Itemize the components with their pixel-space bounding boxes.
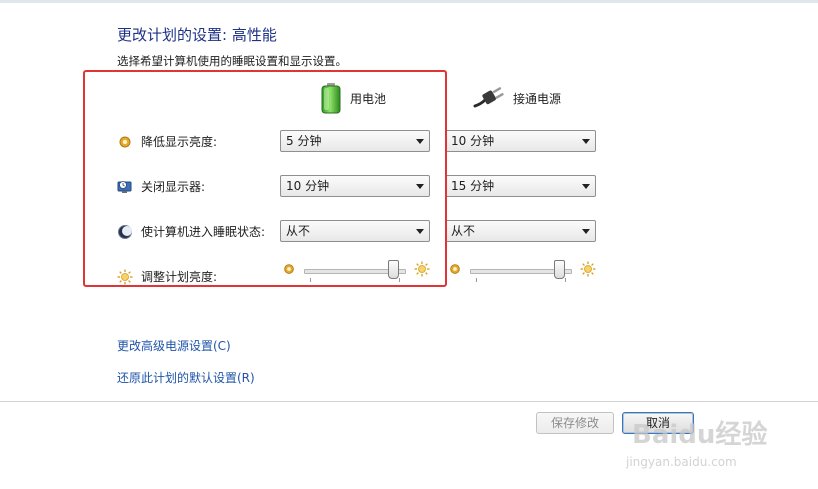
slider-tick: [399, 278, 400, 282]
column-header-battery: 用电池: [320, 82, 386, 114]
chevron-down-icon: [582, 229, 590, 234]
dim-display-plugged-select[interactable]: 10 分钟: [445, 130, 596, 152]
footer-separator: [0, 401, 818, 402]
brightness-battery-slider[interactable]: [304, 260, 406, 286]
slider-thumb[interactable]: [554, 260, 565, 279]
restore-defaults-link[interactable]: 还原此计划的默认设置(R): [117, 369, 255, 386]
page-title: 更改计划的设置: 高性能: [117, 26, 277, 44]
sleep-moon-icon: [118, 224, 132, 239]
chevron-down-icon: [416, 184, 424, 189]
slider-tick: [310, 278, 311, 282]
window-top-edge: [0, 0, 818, 3]
power-plug-icon: [473, 87, 504, 108]
chevron-down-icon: [416, 139, 424, 144]
slider-thumb[interactable]: [388, 260, 399, 279]
slider-tick: [565, 278, 566, 282]
chevron-down-icon: [582, 184, 590, 189]
setting-label-dim-display: 降低显示亮度:: [117, 133, 217, 150]
turn-off-display-plugged-select[interactable]: 15 分钟: [445, 175, 596, 197]
monitor-clock-icon: [117, 180, 132, 193]
setting-label-turn-off-display: 关闭显示器:: [117, 178, 205, 195]
column-label-plugged: 接通电源: [513, 91, 562, 106]
page-subtitle: 选择希望计算机使用的睡眠设置和显示设置。: [117, 54, 347, 68]
brightness-low-icon: [284, 264, 294, 274]
brightness-low-icon: [450, 264, 460, 274]
brightness-plugged-slider[interactable]: [470, 260, 572, 286]
brightness-high-icon: [580, 261, 596, 277]
sun-icon: [117, 269, 133, 284]
dim-brightness-icon: [119, 136, 131, 147]
column-label-battery: 用电池: [350, 91, 387, 106]
save-changes-button[interactable]: 保存修改: [536, 412, 614, 434]
advanced-power-settings-link[interactable]: 更改高级电源设置(C): [117, 337, 231, 354]
brightness-high-icon: [414, 261, 430, 277]
setting-label-brightness: 调整计划亮度:: [117, 268, 217, 285]
slider-tick: [476, 278, 477, 282]
setting-label-sleep: 使计算机进入睡眠状态:: [117, 223, 265, 240]
watermark-url: jingyan.baidu.com: [626, 455, 737, 469]
battery-icon: [321, 83, 341, 114]
sleep-plugged-select[interactable]: 从不: [445, 220, 596, 242]
dim-display-battery-select[interactable]: 5 分钟: [280, 130, 430, 152]
turn-off-display-battery-select[interactable]: 10 分钟: [280, 175, 430, 197]
column-header-plugged: 接通电源: [473, 86, 561, 110]
chevron-down-icon: [416, 229, 424, 234]
watermark-brand: Baidu经验: [632, 420, 768, 450]
sleep-battery-select[interactable]: 从不: [280, 220, 430, 242]
chevron-down-icon: [582, 139, 590, 144]
